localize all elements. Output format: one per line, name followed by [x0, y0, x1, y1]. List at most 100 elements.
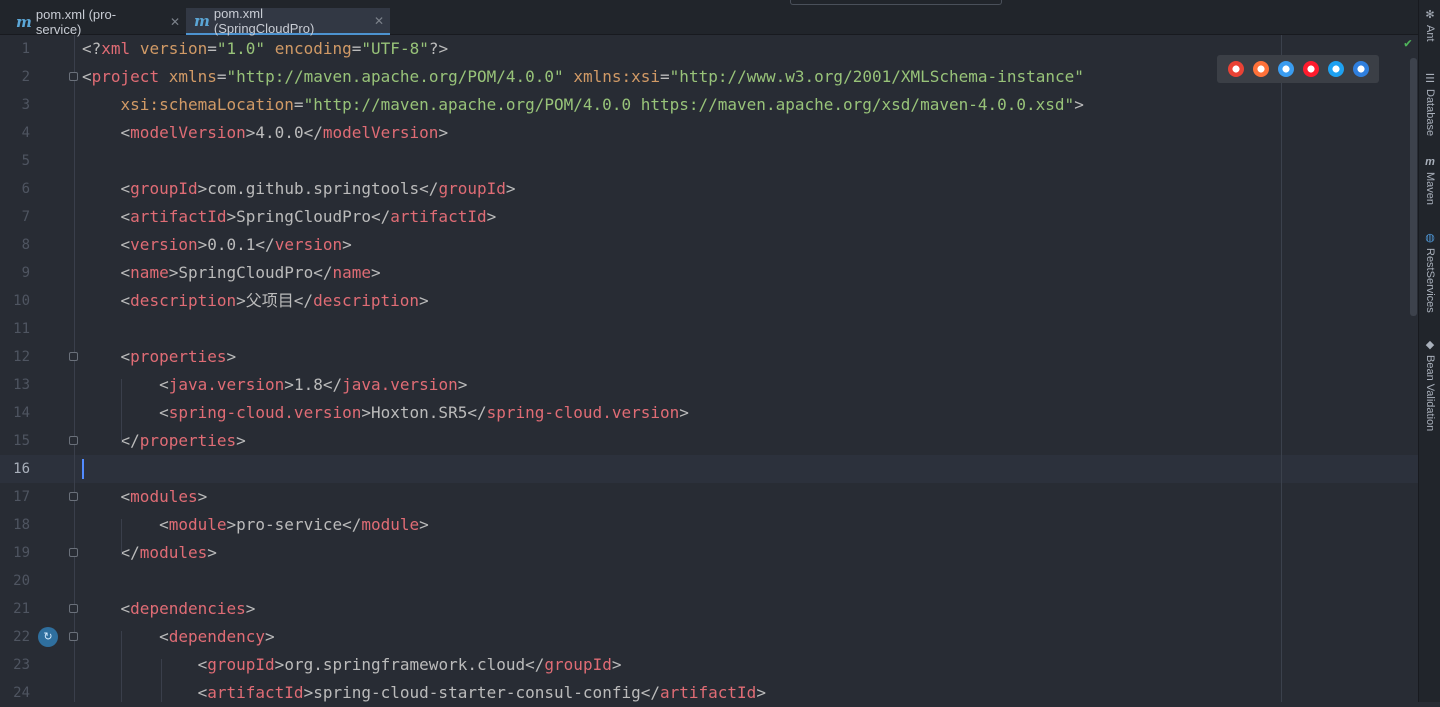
toolbar-dropdown-edge[interactable]	[790, 0, 1002, 5]
code-line[interactable]: 2 <project xmlns="http://maven.apache.org…	[0, 63, 1418, 91]
code-token: </	[371, 207, 391, 226]
fold-marker[interactable]	[69, 436, 78, 445]
code-line[interactable]: 8 <version>0.0.1</version>	[0, 231, 1418, 259]
edge-icon[interactable]	[1352, 61, 1369, 77]
code-token: spring-cloud.version	[168, 403, 362, 422]
line-number: 2	[21, 69, 30, 85]
line-number: 24	[13, 685, 30, 701]
database-icon: ☰	[1425, 73, 1435, 85]
tab-pom-pro-service[interactable]: m pom.xml (pro-service) ✕	[8, 6, 186, 37]
close-icon[interactable]: ✕	[374, 14, 384, 28]
vertical-scrollbar-thumb[interactable]	[1410, 58, 1417, 316]
line-number: 9	[21, 265, 30, 281]
fold-marker[interactable]	[69, 604, 78, 613]
code-token: artifactId	[130, 207, 227, 226]
ie-icon[interactable]	[1327, 61, 1344, 77]
code-line[interactable]: 1 <?xml version="1.0" encoding="UTF-8"?>	[0, 35, 1418, 63]
code-text: </modules>	[82, 539, 217, 567]
code-token: <	[82, 123, 131, 142]
tool-tab-bean-validation[interactable]: ◆ Bean Validation	[1421, 338, 1439, 431]
code-token: >	[245, 123, 256, 142]
code-line[interactable]: 14 <spring-cloud.version>Hoxton.SR5</spr…	[0, 399, 1418, 427]
code-line[interactable]: 17 <modules>	[0, 483, 1418, 511]
code-text: <module>pro-service</module>	[82, 511, 429, 539]
code-line[interactable]: 11	[0, 315, 1418, 343]
code-line[interactable]: 24 <artifactId>spring-cloud-starter-cons…	[0, 679, 1418, 707]
dependency-update-icon[interactable]: ↻	[38, 627, 58, 647]
code-line[interactable]: 10 <description>父项目</description>	[0, 287, 1418, 315]
line-number: 22	[13, 629, 30, 645]
opera-icon[interactable]	[1302, 61, 1319, 77]
code-line[interactable]: 5	[0, 147, 1418, 175]
code-token: </	[419, 179, 439, 198]
code-line[interactable]: 4 <modelVersion>4.0.0</modelVersion>	[0, 119, 1418, 147]
code-line[interactable]: 13 <java.version>1.8</java.version>	[0, 371, 1418, 399]
tab-label: pom.xml (pro-service)	[35, 6, 117, 37]
code-token: "1.0"	[216, 39, 266, 58]
code-line[interactable]: 19 </modules>	[0, 539, 1418, 567]
code-token: modules	[130, 487, 198, 506]
code-text: </properties>	[82, 427, 246, 455]
right-tool-strip: ✻ Ant ☰ Database m Maven ◍ RestServices …	[1418, 0, 1440, 702]
code-line[interactable]: 3 xsi:schemaLocation="http://maven.apach…	[0, 91, 1418, 119]
code-token: "http://www.w3.org/2001/XMLSchema-instan…	[669, 67, 1084, 86]
code-token: >	[284, 375, 294, 394]
inspection-ok-icon[interactable]: ✔	[1404, 36, 1412, 51]
tool-tab-database[interactable]: ☰ Database	[1421, 72, 1439, 136]
indent-guide	[121, 631, 122, 702]
firefox-icon[interactable]	[1252, 61, 1269, 77]
code-token: =	[660, 67, 670, 86]
code-token: project	[91, 67, 160, 86]
code-token: xmlns	[168, 67, 217, 86]
code-line[interactable]: 16	[0, 455, 1418, 483]
fold-marker[interactable]	[69, 492, 78, 501]
fold-marker[interactable]	[69, 72, 78, 81]
close-icon[interactable]: ✕	[170, 15, 180, 29]
chrome-icon[interactable]	[1227, 61, 1244, 77]
code-token: version	[139, 39, 208, 58]
tool-tab-label: RestServices	[1424, 248, 1436, 313]
code-token: version	[274, 235, 343, 254]
fold-marker[interactable]	[69, 632, 78, 641]
code-line[interactable]: 23 <groupId>org.springframework.cloud</g…	[0, 651, 1418, 679]
code-editor[interactable]: 1 <?xml version="1.0" encoding="UTF-8"?> 2…	[0, 35, 1418, 702]
gutter-separator	[74, 35, 75, 702]
fold-marker[interactable]	[69, 548, 78, 557]
code-token: </	[640, 683, 660, 702]
code-line[interactable]: 22 <dependency>	[0, 623, 1418, 651]
code-token: dependency	[168, 627, 266, 646]
maven-icon: m	[1425, 156, 1435, 168]
line-number: 6	[21, 181, 30, 197]
code-text: <modelVersion>4.0.0</modelVersion>	[82, 119, 449, 147]
code-line[interactable]: 9 <name>SpringCloudPro</name>	[0, 259, 1418, 287]
fold-marker[interactable]	[69, 352, 78, 361]
code-line[interactable]: 12 <properties>	[0, 343, 1418, 371]
code-line[interactable]: 18 <module>pro-service</module>	[0, 511, 1418, 539]
code-line[interactable]: 20	[0, 567, 1418, 595]
code-token: </	[255, 235, 275, 254]
code-token: >	[197, 487, 208, 506]
tool-tab-maven[interactable]: m Maven	[1421, 156, 1439, 205]
code-token: =	[207, 39, 217, 58]
code-token: module	[361, 515, 420, 534]
code-token: xml	[101, 39, 131, 58]
code-token: >	[236, 291, 246, 310]
safari-icon[interactable]	[1277, 61, 1294, 77]
code-token: encoding	[274, 39, 352, 58]
code-token: groupId	[207, 655, 275, 674]
code-text: <spring-cloud.version>Hoxton.SR5</spring…	[82, 399, 689, 427]
line-number: 16	[13, 461, 30, 477]
tool-tab-restservices[interactable]: ◍ RestServices	[1421, 231, 1439, 313]
code-line[interactable]: 6 <groupId>com.github.springtools</group…	[0, 175, 1418, 203]
tool-tab-ant[interactable]: ✻ Ant	[1421, 8, 1439, 42]
code-token: </	[525, 655, 545, 674]
code-line[interactable]: 7 <artifactId>SpringCloudPro</artifactId…	[0, 203, 1418, 231]
tab-pom-springcloudpro[interactable]: m pom.xml (SpringCloudPro) ✕	[186, 6, 390, 36]
code-line[interactable]: 15 </properties>	[0, 427, 1418, 455]
code-token: </	[322, 375, 343, 394]
code-token: >	[245, 599, 256, 618]
code-line[interactable]: 21 <dependencies>	[0, 595, 1418, 623]
